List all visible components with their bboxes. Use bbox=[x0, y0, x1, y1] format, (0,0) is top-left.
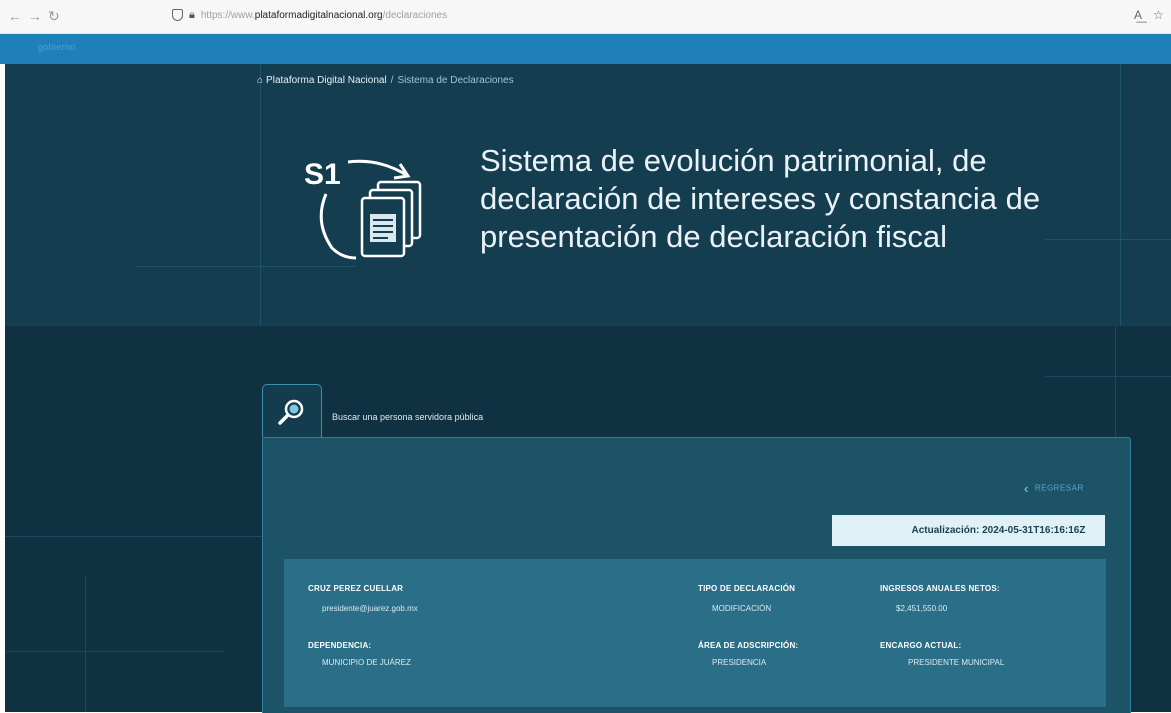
encargo-label: ENCARGO ACTUAL: bbox=[880, 641, 962, 650]
encargo-value: PRESIDENTE MUNICIPAL bbox=[908, 658, 1005, 667]
decor-line bbox=[5, 651, 225, 652]
ingresos-label: INGRESOS ANUALES NETOS: bbox=[880, 584, 1000, 593]
search-icon bbox=[278, 399, 304, 425]
back-arrow-icon[interactable]: ← bbox=[8, 8, 22, 24]
translate-icon[interactable]: A͟ bbox=[1134, 8, 1142, 22]
person-email: presidente@juarez.gob.mx bbox=[322, 604, 418, 613]
address-bar[interactable]: 🔒︎ https://www.plataformadigitalnacional.… bbox=[172, 9, 447, 22]
star-icon[interactable]: ☆ bbox=[1153, 8, 1164, 22]
tipo-declaracion-value: MODIFICACIÓN bbox=[712, 604, 772, 613]
back-button[interactable]: ‹ REGRESAR bbox=[1024, 481, 1084, 496]
decor-line bbox=[1120, 64, 1121, 326]
breadcrumb-current: Sistema de Declaraciones bbox=[397, 75, 514, 86]
ingresos-value: $2,451,550.00 bbox=[896, 604, 948, 613]
breadcrumb-separator: / bbox=[390, 75, 394, 86]
decor-line bbox=[135, 266, 355, 267]
dependencia-label: DEPENDENCIA: bbox=[308, 641, 372, 650]
browser-toolbar: ← → ↻ 🔒︎ https://www.plataformadigitalnac… bbox=[0, 0, 1171, 34]
home-icon[interactable]: ⌂ bbox=[257, 75, 263, 86]
decor-line bbox=[5, 536, 267, 537]
url-scheme: https://www. bbox=[200, 10, 255, 21]
back-button-label: REGRESAR bbox=[1034, 483, 1084, 493]
declaration-info-card bbox=[284, 559, 1106, 707]
chevron-left-icon: ‹ bbox=[1024, 481, 1029, 496]
shield-icon bbox=[172, 9, 183, 22]
s1-label: S1 bbox=[304, 158, 341, 191]
decor-line bbox=[1045, 376, 1171, 377]
reload-icon[interactable]: ↻ bbox=[48, 8, 60, 25]
search-tab-label[interactable]: Buscar una persona servidora pública bbox=[332, 412, 483, 422]
lock-icon: 🔒︎ bbox=[189, 9, 195, 21]
decor-line bbox=[85, 576, 86, 712]
url-path: /declaraciones bbox=[382, 10, 448, 21]
forward-arrow-icon[interactable]: → bbox=[28, 8, 42, 24]
url-host: plataformadigitalnacional.org bbox=[254, 10, 383, 21]
breadcrumb-home-link[interactable]: Plataforma Digital Nacional bbox=[266, 75, 387, 86]
topbar-text[interactable]: gobierno bbox=[38, 42, 75, 52]
area-adscripcion-label: ÁREA DE ADSCRIPCIÓN: bbox=[698, 641, 799, 650]
area-adscripcion-value: PRESIDENCIA bbox=[712, 658, 767, 667]
site-topbar: gobierno bbox=[0, 34, 1171, 64]
person-name: CRUZ PEREZ CUELLAR bbox=[308, 584, 404, 593]
update-timestamp-badge: Actualización: 2024-05-31T16:16:16Z bbox=[832, 515, 1105, 546]
breadcrumb: ⌂ Plataforma Digital Nacional / Sistema de … bbox=[257, 75, 514, 86]
search-tab[interactable] bbox=[262, 384, 322, 438]
page-title: Sistema de evolución patrimonial, de dec… bbox=[480, 143, 1041, 254]
declarations-system-icon: S1 bbox=[304, 158, 422, 260]
decor-line bbox=[260, 64, 261, 326]
dependencia-value: MUNICIPIO DE JUÁREZ bbox=[322, 658, 411, 667]
tipo-declaracion-label: TIPO DE DECLARACIÓN bbox=[698, 584, 796, 593]
